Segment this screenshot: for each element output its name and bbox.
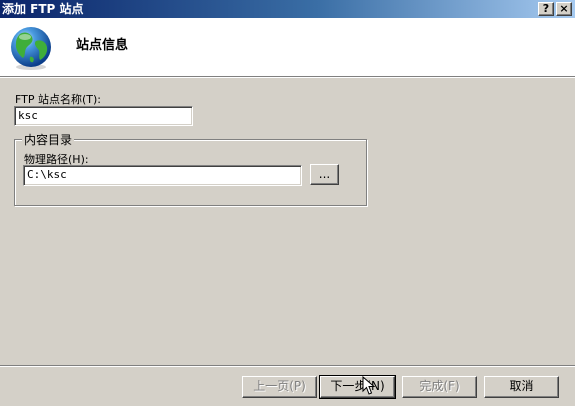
- site-name-input[interactable]: ksc: [14, 106, 193, 126]
- window-title: 添加 FTP 站点: [2, 2, 84, 16]
- physical-path-input[interactable]: C:\ksc: [23, 165, 302, 186]
- page-title: 站点信息: [76, 38, 129, 53]
- next-button[interactable]: 下一步(N): [319, 375, 396, 399]
- title-bar[interactable]: 添加 FTP 站点: [0, 0, 575, 18]
- footer-divider-highlight: [0, 366, 575, 367]
- close-button[interactable]: ×: [556, 2, 572, 16]
- header-divider: [0, 77, 575, 78]
- help-button[interactable]: ?: [538, 2, 554, 16]
- wizard-header: 站点信息: [0, 18, 575, 77]
- browse-button[interactable]: ...: [310, 164, 339, 185]
- globe-icon: [11, 27, 51, 70]
- prev-button[interactable]: 上一页(P): [242, 376, 317, 398]
- content-directory-label: 内容目录: [22, 131, 75, 148]
- cancel-button[interactable]: 取消: [484, 376, 559, 398]
- site-name-label: FTP 站点名称(T):: [15, 93, 101, 106]
- mouse-cursor-icon: [362, 376, 376, 395]
- finish-button[interactable]: 完成(F): [402, 376, 477, 398]
